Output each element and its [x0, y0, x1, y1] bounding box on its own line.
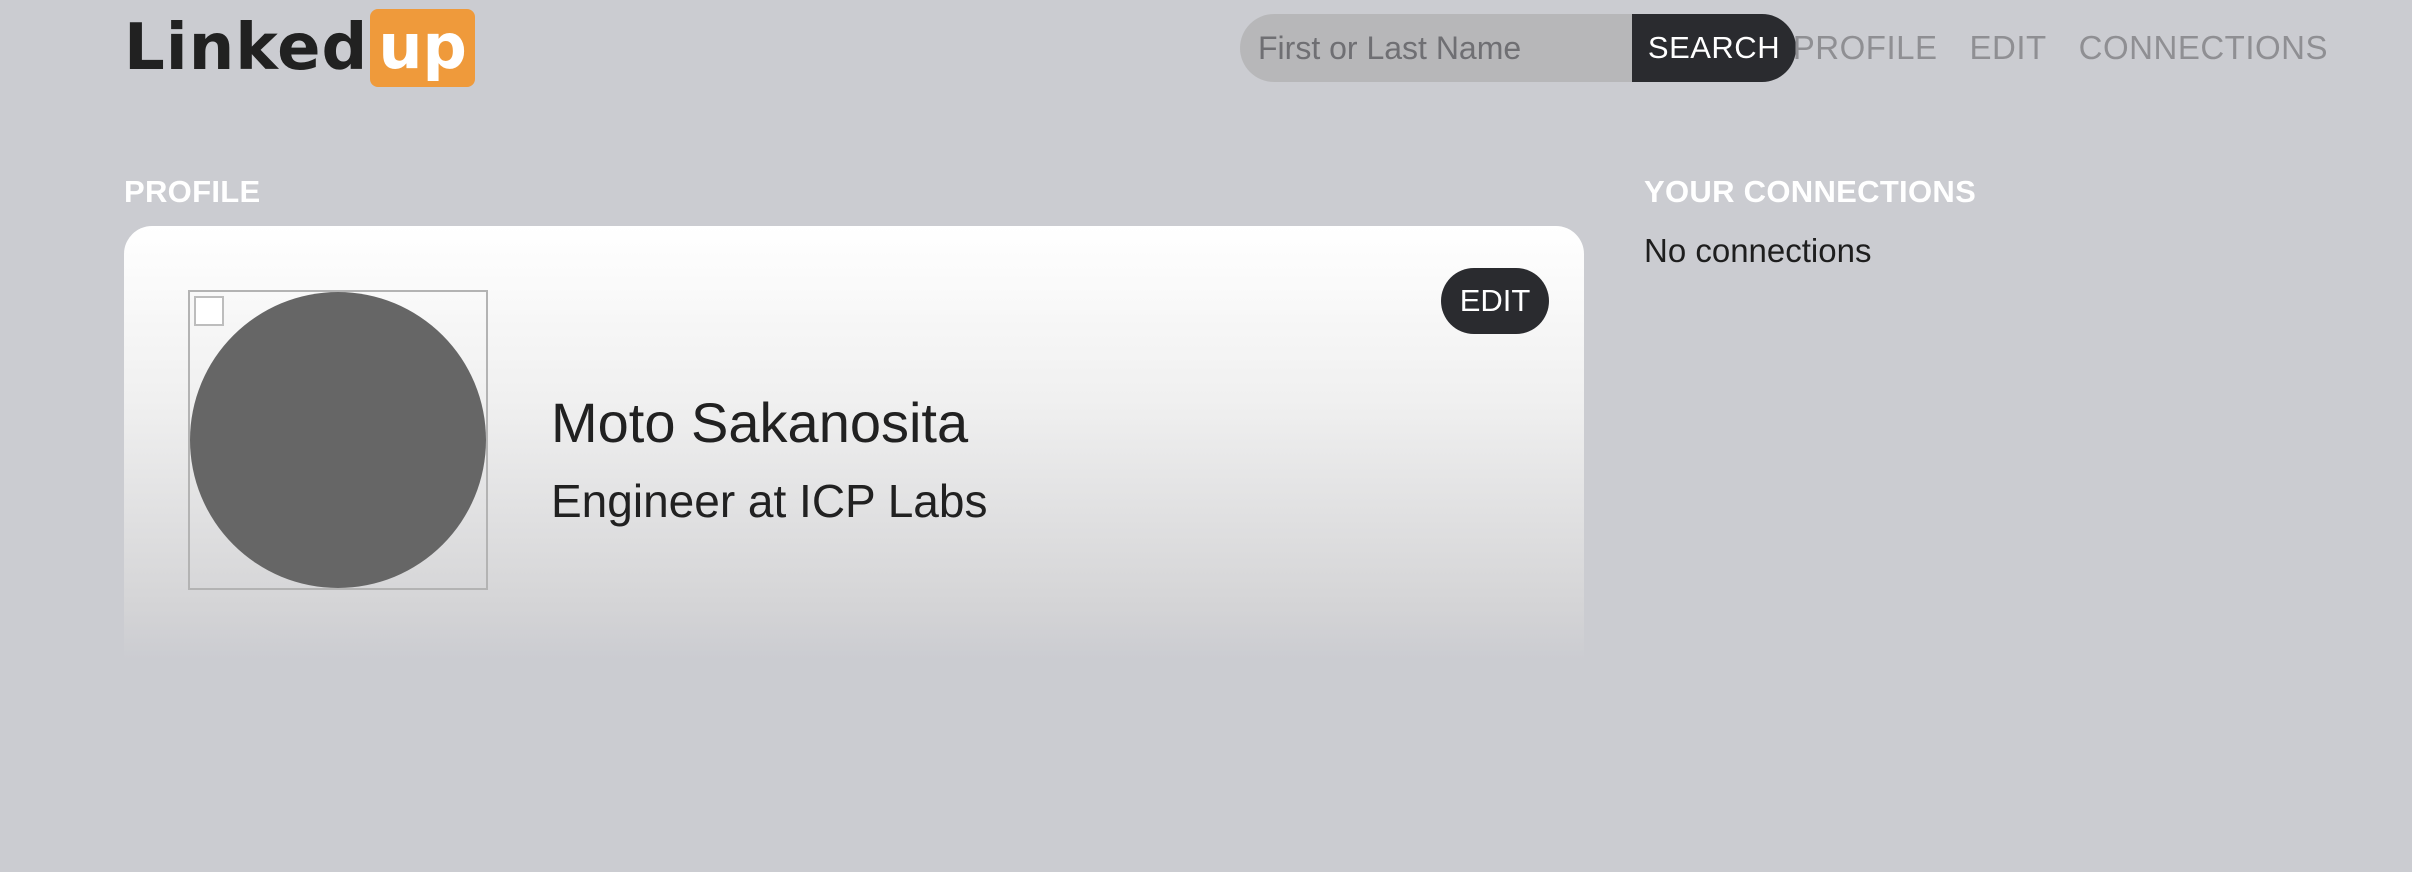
nav-link-edit[interactable]: EDIT [1969, 29, 2046, 67]
avatar [188, 290, 488, 590]
nav-link-profile[interactable]: PROFILE [1793, 29, 1938, 67]
profile-name: Moto Sakanosita [551, 391, 969, 454]
profile-title: Engineer at ICP Labs [551, 475, 988, 527]
brand-logo-text: Linked [124, 11, 369, 85]
broken-image-icon [194, 296, 224, 326]
avatar-placeholder [190, 292, 486, 588]
brand-logo-badge: up [370, 9, 475, 87]
search-form: SEARCH [1240, 14, 1796, 82]
profile-card: Moto Sakanosita Engineer at ICP Labs EDI… [124, 226, 1584, 660]
edit-profile-button[interactable]: EDIT [1441, 268, 1549, 334]
nav-link-connections[interactable]: CONNECTIONS [2079, 29, 2328, 67]
main-nav: PROFILE EDIT CONNECTIONS [1761, 14, 2328, 82]
connections-heading: YOUR CONNECTIONS [1644, 174, 1977, 209]
profile-section-heading: PROFILE [124, 174, 261, 209]
search-input[interactable] [1240, 14, 1632, 82]
brand-logo[interactable]: Linked up [124, 8, 475, 88]
connections-empty-text: No connections [1644, 232, 1872, 269]
